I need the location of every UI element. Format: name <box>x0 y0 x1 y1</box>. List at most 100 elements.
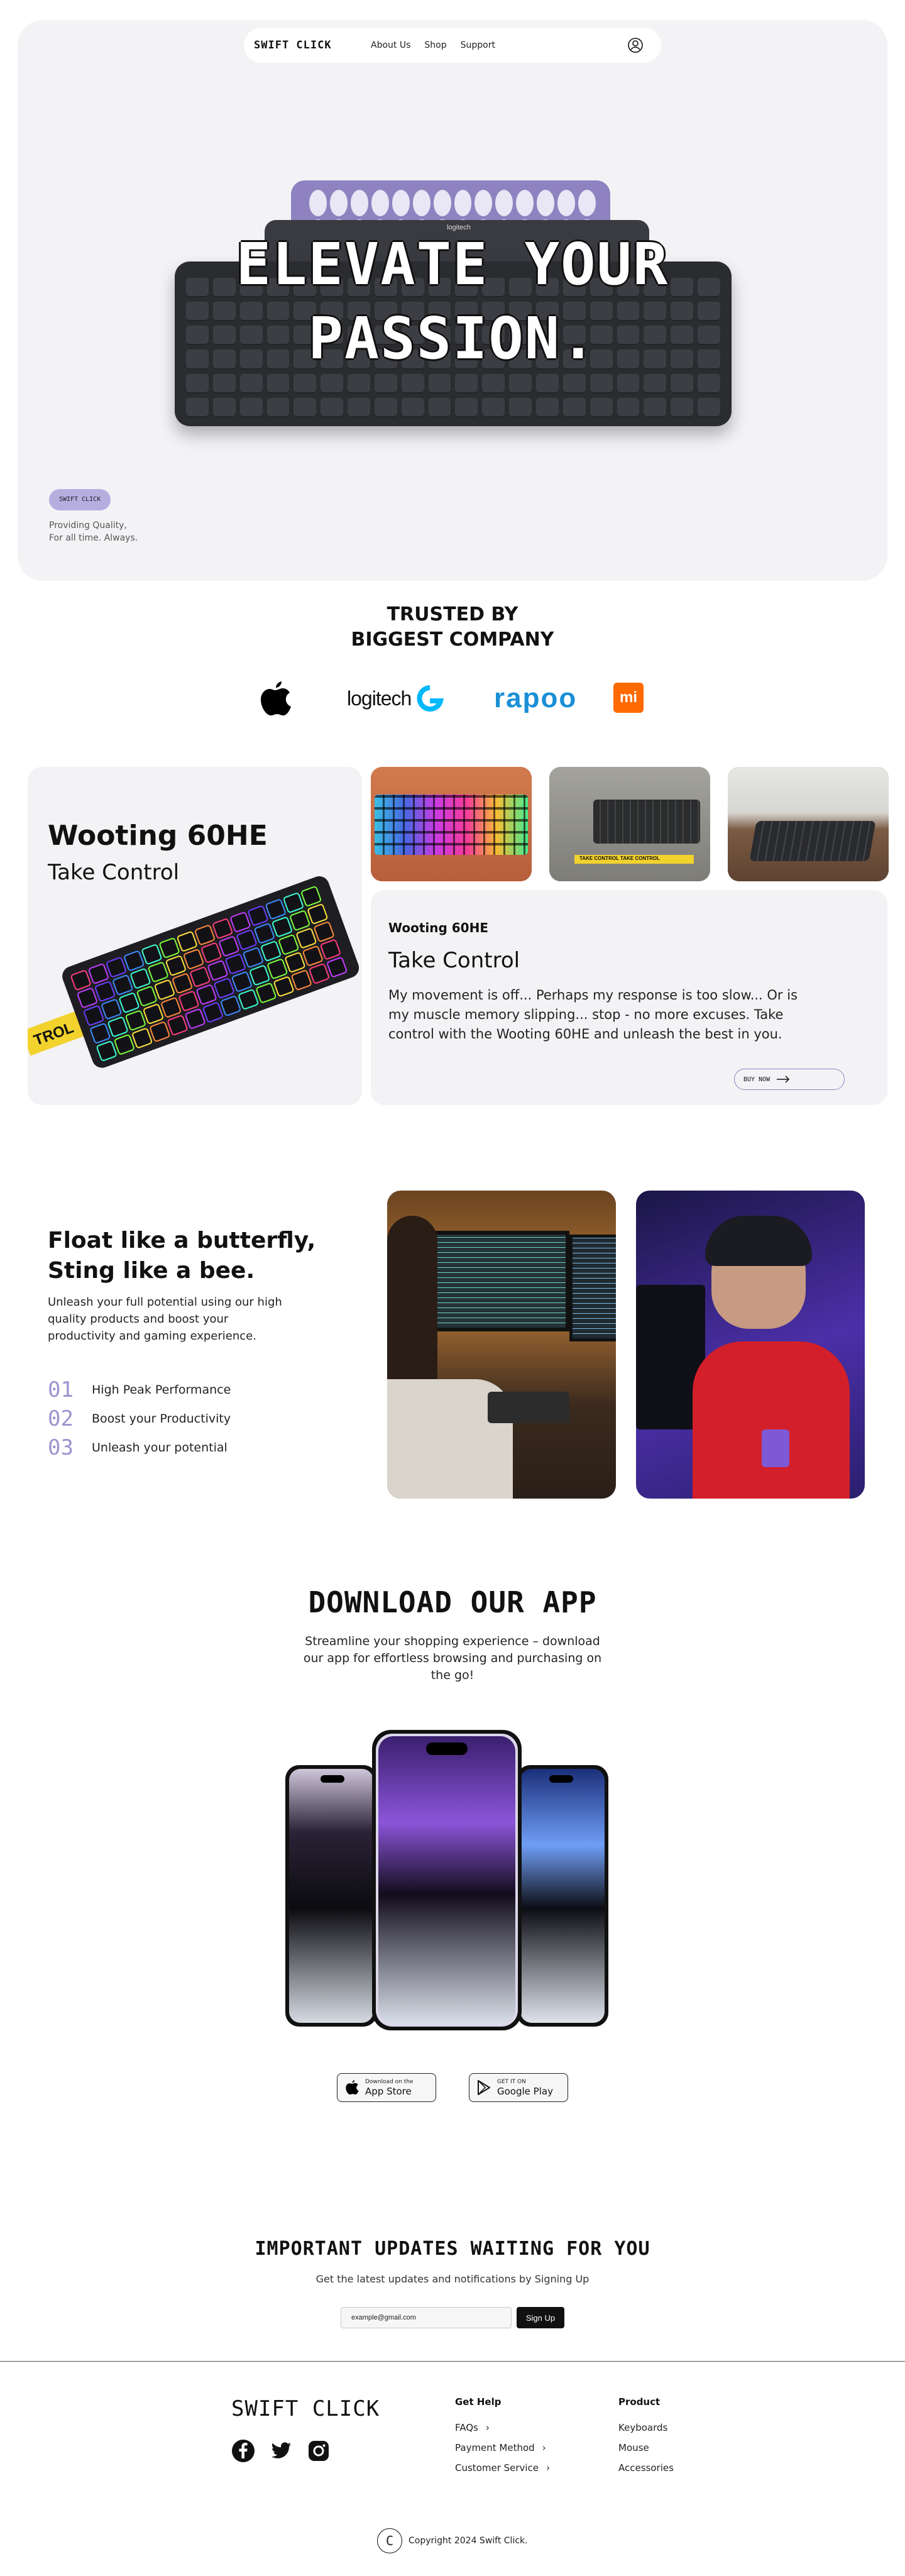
footer-link-accessories[interactable]: Accessories <box>618 2458 674 2478</box>
butterfly-title: Float like a butterfly, Sting like a bee… <box>48 1228 316 1284</box>
hero-badge: SWIFT CLICK <box>49 489 111 510</box>
trusted-title: TRUSTED BY BIGGEST COMPANY <box>351 603 554 651</box>
keycap <box>321 397 344 417</box>
footer-link-label: FAQs <box>455 2422 478 2433</box>
download-title: DOWNLOAD OUR APP <box>308 1585 597 1619</box>
feature-number: 02 <box>48 1406 74 1431</box>
facebook-icon[interactable] <box>231 2439 255 2463</box>
footer-help-column: Get Help FAQs › Payment Method › Customer … <box>455 2396 550 2478</box>
keycap <box>455 373 478 394</box>
feature-label: High Peak Performance <box>92 1383 231 1397</box>
keycap <box>428 397 451 417</box>
user-circle-icon[interactable] <box>627 37 644 53</box>
keycap <box>557 190 576 216</box>
keycap <box>590 397 613 417</box>
keycap <box>536 397 559 417</box>
footer-link-mouse[interactable]: Mouse <box>618 2438 674 2458</box>
feature-label: Unleash your potential <box>92 1441 228 1455</box>
footer-link-keyboards[interactable]: Keyboards <box>618 2418 674 2438</box>
sign-up-button[interactable]: Sign Up <box>517 2307 564 2328</box>
keycap <box>509 397 532 417</box>
keycap <box>509 373 532 394</box>
rapoo-logo: rapoo <box>494 683 577 714</box>
product-thumb-1[interactable] <box>371 767 532 881</box>
feature-item: 01 High Peak Performance <box>48 1375 231 1404</box>
photo-coder <box>387 1191 616 1499</box>
keycap <box>371 190 389 216</box>
arrow-right-icon <box>777 1076 790 1083</box>
brand-logos: logitech rapoo mi <box>251 676 654 718</box>
feature-item: 02 Boost your Productivity <box>48 1404 231 1433</box>
product-thumb-2[interactable]: TAKE CONTROL TAKE CONTROL <box>549 767 710 881</box>
nav-brand[interactable]: SWIFT CLICK <box>254 39 371 52</box>
footer-link-payment[interactable]: Payment Method › <box>455 2438 550 2458</box>
keycap <box>266 397 290 417</box>
keycap <box>698 373 720 394</box>
keycap <box>562 397 586 417</box>
keycap <box>537 190 555 216</box>
keycap <box>644 397 667 417</box>
rapoo-wordmark: rapoo <box>494 683 578 713</box>
feature-number: 01 <box>48 1377 74 1402</box>
keycap <box>348 373 370 394</box>
google-play-button[interactable]: GET IT ON Google Play <box>469 2073 568 2102</box>
logitech-wordmark: logitech <box>347 686 412 710</box>
keycap <box>392 190 410 216</box>
keycap <box>698 397 720 417</box>
wooting-keyboard-image: TROL <box>28 876 359 1068</box>
app-store-button[interactable]: Download on the App Store <box>337 2073 436 2102</box>
keycap <box>482 397 505 417</box>
copyright-text: Copyright 2024 Swift Click. <box>409 2536 528 2546</box>
keycap <box>617 373 640 394</box>
footer-link-faqs[interactable]: FAQs › <box>455 2418 550 2438</box>
google-play-icon <box>478 2080 490 2095</box>
keycap <box>412 190 431 216</box>
nav-link-about[interactable]: About Us <box>371 40 410 50</box>
keycap <box>401 397 424 417</box>
google-play-big: Google Play <box>497 2085 553 2097</box>
buy-now-button[interactable]: BUY NOW <box>734 1069 845 1090</box>
footer-product-title: Product <box>618 2396 661 2408</box>
feature-item: 03 Unleash your potential <box>48 1433 231 1462</box>
keycap <box>348 397 370 417</box>
keycap <box>516 190 534 216</box>
keycap <box>239 397 263 417</box>
keycap <box>293 397 317 417</box>
chevron-right-icon: › <box>485 2422 490 2433</box>
keycap <box>350 190 368 216</box>
product-desc-body: My movement is off... Perhaps my respons… <box>388 988 798 1042</box>
footer-link-label: Payment Method <box>455 2442 535 2453</box>
keycap <box>644 373 667 394</box>
logitech-logo: logitech <box>347 685 445 712</box>
keycap <box>474 190 493 216</box>
nav-link-support[interactable]: Support <box>461 40 495 50</box>
email-input[interactable] <box>341 2307 512 2328</box>
product-description-card: Wooting 60HE Take Control My movement is… <box>371 890 887 1105</box>
keycap <box>590 373 613 394</box>
apple-icon <box>346 2080 359 2095</box>
keycap <box>617 397 640 417</box>
keycap <box>186 373 209 394</box>
footer-brand[interactable]: SWIFT CLICK <box>231 2396 380 2421</box>
instagram-icon[interactable] <box>307 2439 331 2463</box>
nav-link-shop[interactable]: Shop <box>424 40 446 50</box>
keycap <box>671 373 694 394</box>
footer-help-title: Get Help <box>455 2396 502 2408</box>
keycap <box>671 397 694 417</box>
thumb-cable-text: TAKE CONTROL TAKE CONTROL <box>579 856 660 861</box>
keycap <box>482 373 505 394</box>
footer-divider <box>0 2361 905 2362</box>
google-play-small: GET IT ON <box>497 2078 526 2085</box>
app-store-big: App Store <box>365 2085 412 2097</box>
hero-title: ELEVATE YOUR PASSION. <box>236 231 669 372</box>
apple-logo <box>259 680 292 718</box>
copyright-logo-icon: C <box>377 2528 402 2553</box>
product-thumb-3[interactable] <box>728 767 889 881</box>
footer-link-label: Customer Service <box>455 2462 539 2474</box>
feature-list: 01 High Peak Performance 02 Boost your P… <box>48 1375 231 1462</box>
butterfly-body: Unleash your full potential using our hi… <box>48 1296 282 1343</box>
keycap <box>374 373 397 394</box>
twitter-icon[interactable] <box>269 2439 293 2463</box>
footer-link-customer-service[interactable]: Customer Service › <box>455 2458 550 2478</box>
hero-section: SWIFT CLICK About Us Shop Support logite… <box>18 20 887 581</box>
